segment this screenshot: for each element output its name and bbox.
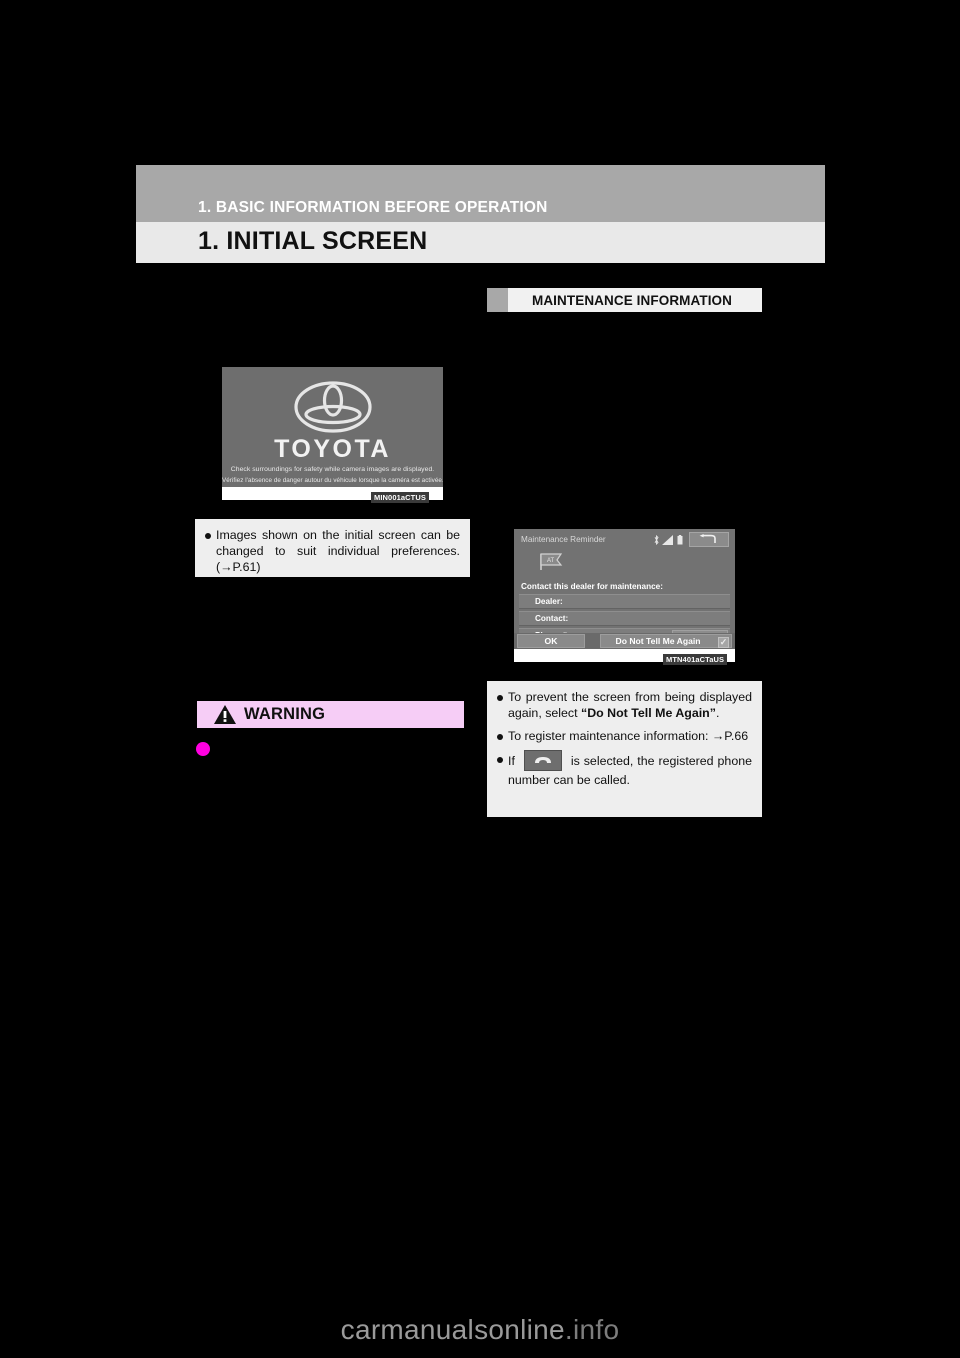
field-label-contact: Contact: [535, 614, 569, 623]
maintenance-flag-icon: AT [540, 553, 563, 570]
maintenance-figure-code: MTN401aCTaUS [663, 654, 728, 665]
do-not-tell-checkbox[interactable]: ✓ [718, 636, 729, 648]
figure-maintenance-reminder-screen: Maintenance Reminder AT Contact this dea… [514, 529, 735, 649]
maintenance-prompt: Contact this dealer for maintenance: [521, 582, 663, 591]
signal-bars-icon [662, 535, 673, 545]
do-not-tell-me-again-label: Do Not Tell Me Again [615, 636, 701, 646]
note-text-run: To register maintenance information: →P.… [508, 729, 749, 743]
warning-label: WARNING [244, 705, 326, 723]
splash-caption-en: Check surroundings for safety while came… [230, 466, 435, 473]
section-heading-maintenance-information: MAINTENANCE INFORMATION [487, 288, 762, 312]
note-text-emphasis: “Do Not Tell Me Again” [581, 706, 716, 720]
note-text-run: If [508, 753, 519, 768]
bluetooth-icon [654, 535, 659, 545]
splash-caption-fr: Vérifiez l'absence de danger autour du v… [222, 477, 443, 484]
page-title: 1. INITIAL SCREEN [198, 227, 428, 255]
section-heading-label: MAINTENANCE INFORMATION [531, 292, 733, 308]
chapter-title: 1. BASIC INFORMATION BEFORE OPERATION [198, 199, 548, 216]
bullet-dot-icon [497, 695, 503, 701]
maintenance-action-bar: OK Do Not Tell Me Again ✓ [514, 633, 735, 649]
note-text: To prevent the screen from being display… [508, 689, 752, 721]
section-swatch [487, 288, 508, 312]
back-button[interactable] [689, 532, 729, 547]
warning-triangle-icon [214, 705, 236, 724]
manual-page: 1. BASIC INFORMATION BEFORE OPERATION 1.… [0, 0, 960, 1358]
svg-text:AT: AT [547, 558, 555, 564]
note-bullet-row: To prevent the screen from being display… [497, 689, 752, 721]
toyota-wordmark: TOYOTA [274, 435, 391, 463]
warning-bullet-marker [196, 742, 210, 756]
note-bullet-row: If is selected, the registered phone num… [497, 750, 752, 788]
back-arrow-icon [699, 534, 716, 543]
note-text-run: . [715, 706, 720, 720]
phone-key-icon [523, 750, 562, 771]
status-icons [654, 535, 683, 545]
field-label-dealer: Dealer: [535, 597, 563, 606]
note-text-run: Images shown on the initial screen can b… [216, 528, 460, 574]
chapter-header-band: 1. BASIC INFORMATION BEFORE OPERATION [136, 165, 825, 222]
page-title-band: 1. INITIAL SCREEN [136, 222, 825, 263]
note-bullet-row: To register maintenance information: →P.… [497, 728, 752, 744]
warning-banner: WARNING [196, 700, 465, 729]
do-not-tell-me-again-button[interactable]: Do Not Tell Me Again ✓ [600, 634, 732, 648]
note-box-initial-screen: Images shown on the initial screen can b… [195, 519, 470, 577]
note-text: Images shown on the initial screen can b… [216, 527, 460, 575]
ok-button[interactable]: OK [517, 634, 585, 648]
bullet-dot-icon [497, 734, 503, 740]
note-text: To register maintenance information: →P.… [508, 728, 752, 744]
watermark: carmanualsonline.info [0, 1314, 960, 1346]
maintenance-screen-title: Maintenance Reminder [521, 535, 606, 544]
bullet-dot-icon [205, 533, 211, 539]
watermark-tld: .info [564, 1314, 620, 1345]
bullet-dot-icon [497, 757, 503, 763]
note-box-maintenance-information: To prevent the screen from being display… [487, 681, 762, 817]
note-text: If is selected, the registered phone num… [508, 750, 752, 788]
watermark-name: carmanualsonline [340, 1314, 565, 1345]
field-row-dealer[interactable]: Dealer: [519, 594, 730, 609]
note-bullet-row: Images shown on the initial screen can b… [205, 527, 460, 575]
splash-figure-code: MIN001aCTUS [371, 492, 429, 503]
figure-initial-splash-screen: TOYOTA Check surroundings for safety whi… [222, 367, 443, 487]
toyota-logo-icon [293, 381, 372, 433]
field-row-contact[interactable]: Contact: [519, 611, 730, 626]
battery-icon [677, 535, 683, 545]
